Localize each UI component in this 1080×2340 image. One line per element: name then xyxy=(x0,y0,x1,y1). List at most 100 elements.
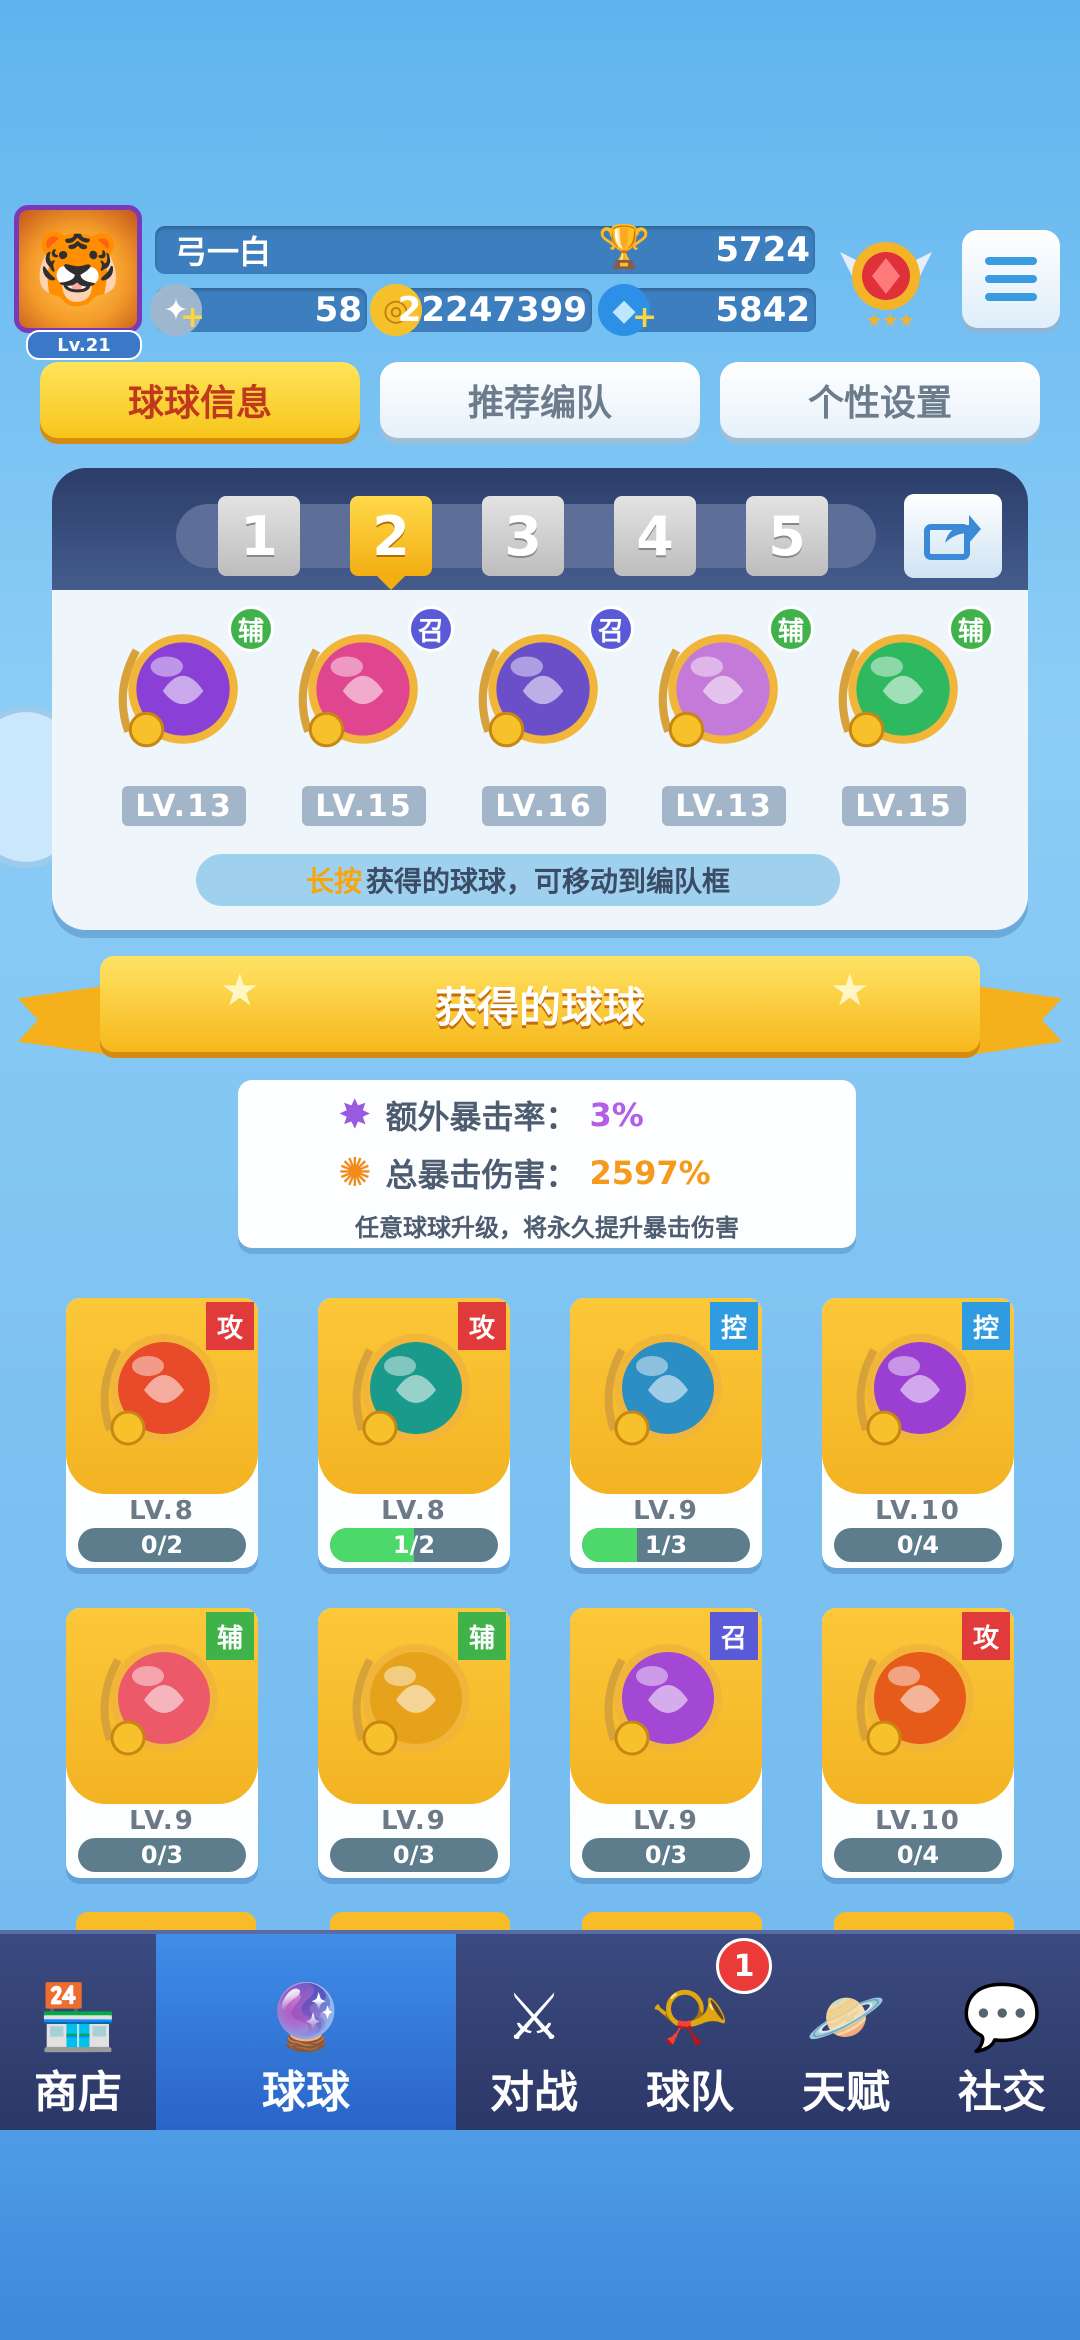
menu-button[interactable] xyxy=(962,230,1060,328)
ball-progress-text: 0/3 xyxy=(392,1841,436,1869)
nav-planet[interactable]: 🪐 天赋 xyxy=(768,1934,924,2130)
ball-card[interactable]: 辅 LV.9 0/3 xyxy=(66,1608,258,1878)
nav-label: 对战 xyxy=(490,2067,578,2118)
share-button[interactable] xyxy=(904,494,1002,578)
team-slot-4[interactable]: 4 xyxy=(614,496,696,576)
ball-progress-text: 0/3 xyxy=(644,1841,688,1869)
ball-card[interactable]: 攻 LV.8 0/2 xyxy=(66,1298,258,1568)
nav-chat-heart[interactable]: 💬 社交 xyxy=(924,1934,1080,2130)
extra-crit-label: 额外暴击率： xyxy=(385,1098,578,1136)
nav-label: 商店 xyxy=(34,2067,122,2118)
ball-level: LV.9 xyxy=(633,1496,699,1526)
nav-label: 社交 xyxy=(958,2067,1046,2118)
tab-ball-info[interactable]: 球球信息 xyxy=(40,362,360,438)
team-member-level: LV.13 xyxy=(662,786,786,826)
team-slot-5[interactable]: 5 xyxy=(746,496,828,576)
ball-type-tag: 辅 xyxy=(228,606,274,652)
rank-badge[interactable]: ★★★ xyxy=(830,222,942,334)
nav-shop[interactable]: 🏪 商店 xyxy=(0,1934,156,2130)
trophy-count: 5724 xyxy=(715,230,810,270)
ball-progress-bar: 1/3 xyxy=(582,1528,750,1562)
total-crit-label: 总暴击伤害： xyxy=(385,1156,578,1194)
nav-crossed-swords[interactable]: ⚔ 对战 xyxy=(456,1934,612,2130)
ball-type-tag: 辅 xyxy=(768,606,814,652)
ball-type-tag: 辅 xyxy=(206,1612,254,1660)
ball-progress-text: 1/3 xyxy=(644,1531,688,1559)
add-energy-icon[interactable]: + xyxy=(180,300,205,335)
team-member-level: LV.16 xyxy=(482,786,606,826)
player-avatar[interactable]: 🐯 xyxy=(14,205,142,333)
ball-level: LV.8 xyxy=(381,1496,447,1526)
ball-level: LV.9 xyxy=(129,1806,195,1836)
hint-text: 获得的球球，可移动到编队框 xyxy=(366,865,731,898)
total-crit-row: ✺ 总暴击伤害： 2597% xyxy=(338,1146,711,1200)
ball-progress-bar: 0/3 xyxy=(582,1838,750,1872)
ball-level: LV.8 xyxy=(129,1496,195,1526)
ball-progress-text: 1/2 xyxy=(392,1531,436,1559)
player-level-badge: Lv.21 xyxy=(26,330,142,360)
planet-icon: 🪐 xyxy=(806,1981,886,2055)
ball-type-tag: 攻 xyxy=(962,1612,1010,1660)
ball-type-tag: 控 xyxy=(962,1302,1010,1350)
ball-type-tag: 攻 xyxy=(206,1302,254,1350)
team-slot-3[interactable]: 3 xyxy=(482,496,564,576)
ball-card[interactable]: 攻 LV.8 1/2 xyxy=(318,1298,510,1568)
star-icon: ★ xyxy=(220,965,260,1016)
extra-crit-value: 3% xyxy=(589,1096,644,1134)
bottom-area xyxy=(0,2130,1080,2340)
menu-line xyxy=(985,257,1037,265)
trophy-icon: 🏆 xyxy=(598,222,651,271)
ball-card[interactable]: 控 LV.10 0/4 xyxy=(822,1298,1014,1568)
crit-info-box: ✸ 额外暴击率： 3% ✺ 总暴击伤害： 2597% 任意球球升级，将永久提升暴… xyxy=(238,1080,856,1248)
tiger-avatar-icon: 🐯 xyxy=(34,227,122,310)
share-icon xyxy=(924,515,981,560)
extra-crit-row: ✸ 额外暴击率： 3% xyxy=(338,1088,644,1142)
menu-line xyxy=(985,293,1037,301)
ball-progress-bar: 0/2 xyxy=(78,1528,246,1562)
nav-ball-bag[interactable]: 🔮 球球 xyxy=(156,1934,456,2130)
ball-type-tag: 控 xyxy=(710,1302,758,1350)
team-slot-2[interactable]: 2 xyxy=(350,496,432,576)
total-crit-value: 2597% xyxy=(589,1154,711,1192)
shop-icon: 🏪 xyxy=(38,1981,118,2055)
ball-progress-bar: 0/4 xyxy=(834,1838,1002,1872)
ball-level: LV.9 xyxy=(633,1806,699,1836)
crit-note: 任意球球升级，将永久提升暴击伤害 xyxy=(355,1214,739,1242)
ball-level: LV.9 xyxy=(381,1806,447,1836)
menu-line xyxy=(985,275,1037,283)
ball-progress-bar: 0/3 xyxy=(78,1838,246,1872)
player-name: 弓一白 xyxy=(175,233,272,271)
section-title: 获得的球球 xyxy=(434,982,645,1032)
energy-count: 58 xyxy=(314,290,362,330)
team-member-level: LV.13 xyxy=(122,786,246,826)
ball-card[interactable]: 召 LV.9 0/3 xyxy=(570,1608,762,1878)
ball-level: LV.10 xyxy=(875,1806,961,1836)
ball-type-tag: 攻 xyxy=(458,1302,506,1350)
tab-recommended-team[interactable]: 推荐编队 xyxy=(380,362,700,438)
ball-type-tag: 辅 xyxy=(458,1612,506,1660)
ball-card[interactable]: 控 LV.9 1/3 xyxy=(570,1298,762,1568)
ball-progress-bar: 0/3 xyxy=(330,1838,498,1872)
ball-progress-text: 0/4 xyxy=(896,1531,940,1559)
team-member-level: LV.15 xyxy=(842,786,966,826)
add-gem-icon[interactable]: + xyxy=(632,300,657,335)
ball-card[interactable]: 攻 LV.10 0/4 xyxy=(822,1608,1014,1878)
svg-text:★★★: ★★★ xyxy=(866,310,914,331)
ball-progress-bar: 0/4 xyxy=(834,1528,1002,1562)
notification-badge: 1 xyxy=(716,1938,772,1994)
ball-type-tag: 召 xyxy=(710,1612,758,1660)
crossed-swords-icon: ⚔ xyxy=(505,1981,563,2055)
nav-label: 球球 xyxy=(262,2067,350,2118)
ball-level: LV.10 xyxy=(875,1496,961,1526)
crit-burst-icon: ✸ xyxy=(338,1092,372,1138)
tab-personal-settings[interactable]: 个性设置 xyxy=(720,362,1040,438)
team-member-level: LV.15 xyxy=(302,786,426,826)
team-hint: 长按 获得的球球，可移动到编队框 xyxy=(196,854,840,906)
coin-count: 22247399 xyxy=(397,290,587,330)
team-slot-1[interactable]: 1 xyxy=(218,496,300,576)
whistle-icon: 📯 xyxy=(650,1981,730,2055)
nav-label: 天赋 xyxy=(802,2067,890,2118)
gem-count: 5842 xyxy=(715,290,810,330)
ball-type-tag: 召 xyxy=(588,606,634,652)
ball-card[interactable]: 辅 LV.9 0/3 xyxy=(318,1608,510,1878)
